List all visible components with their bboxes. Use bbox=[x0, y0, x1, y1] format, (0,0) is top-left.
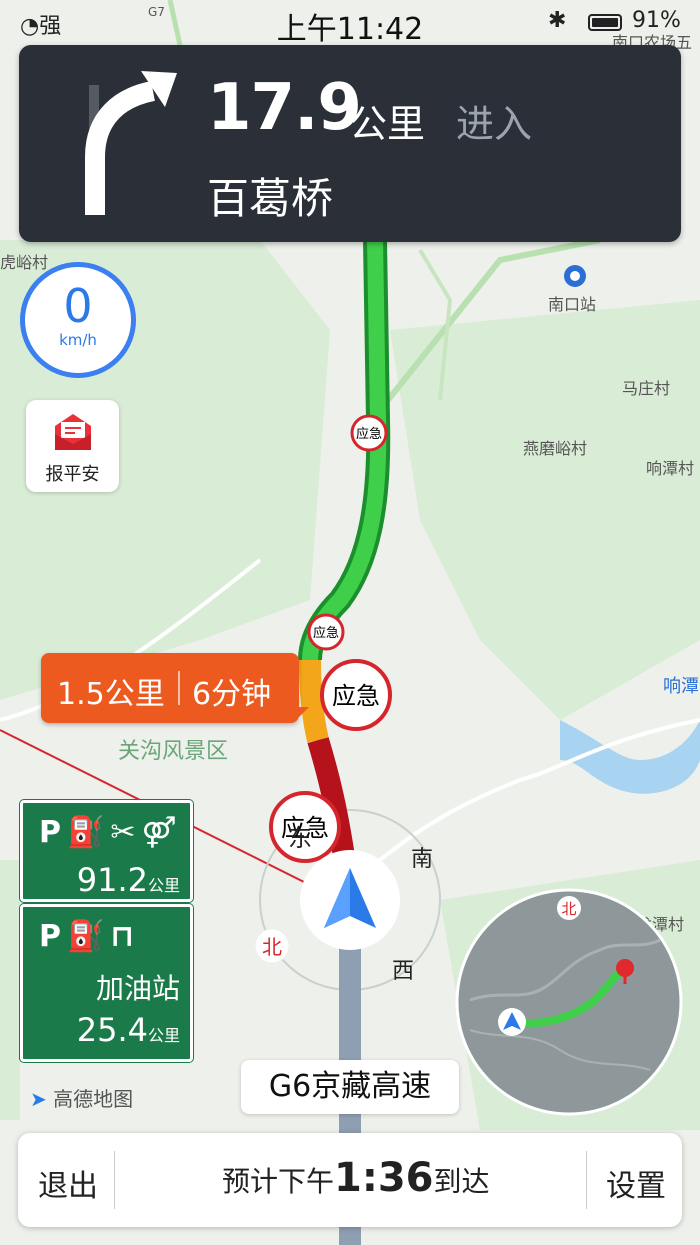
restaurant-icon: ✂ bbox=[110, 815, 142, 850]
emergency-badge-label: 应急 bbox=[332, 682, 380, 710]
shopping-bag-icon: ⊓ bbox=[110, 919, 141, 954]
compass-west: 西 bbox=[392, 959, 414, 984]
turn-right-arrow-icon bbox=[85, 71, 177, 215]
report-safe-button[interactable]: 报平安 bbox=[26, 400, 119, 492]
guidance-action: 进入 bbox=[456, 102, 533, 146]
map-label-xiangtan-cun: 响潭村 bbox=[646, 459, 694, 478]
compass-east: 东 bbox=[288, 824, 312, 852]
service-area-sign[interactable]: P⛽✂⚤ 91.2公里 bbox=[20, 800, 193, 902]
map-label-mazhuang: 马庄村 bbox=[622, 379, 670, 398]
app-logo-text: 高德地图 bbox=[53, 1087, 134, 1111]
emergency-badge-large[interactable]: 应急 bbox=[320, 659, 392, 731]
callout-pointer bbox=[295, 707, 309, 721]
bluetooth-icon: ✱ bbox=[548, 8, 567, 33]
battery-icon bbox=[588, 14, 622, 31]
service-amenity-icons: P⛽✂⚤ bbox=[39, 815, 183, 850]
bottom-bar: 退出 预计下午1:36到达 设置 bbox=[18, 1133, 682, 1227]
map-label-xiangtan: 响潭 bbox=[663, 676, 699, 697]
jam-distance: 1.5公里 bbox=[57, 677, 165, 712]
current-road-label: G6京藏高速 bbox=[241, 1060, 459, 1114]
map-label-guangou: 关沟风景区 bbox=[118, 739, 228, 764]
service-area-distance: 91.2公里 bbox=[77, 861, 180, 899]
fuel-icon: ⛽ bbox=[67, 815, 111, 850]
fuel-icon: ⛽ bbox=[67, 919, 111, 954]
emergency-badge[interactable]: 应急 bbox=[307, 613, 345, 651]
gas-distance-unit: 公里 bbox=[147, 1026, 180, 1045]
settings-button[interactable]: 设置 bbox=[606, 1161, 666, 1205]
eta-display: 预计下午1:36到达 bbox=[222, 1155, 490, 1201]
gas-station-sign[interactable]: P⛽⊓ 加油站 25.4公里 bbox=[20, 904, 193, 1062]
gas-distance-value: 25.4 bbox=[76, 1011, 148, 1049]
parking-icon: P bbox=[39, 815, 67, 850]
gas-amenity-icons: P⛽⊓ bbox=[39, 919, 140, 954]
overview-minimap[interactable]: 北 bbox=[455, 888, 683, 1116]
service-distance-value: 91.2 bbox=[76, 861, 148, 899]
green-area bbox=[0, 860, 20, 1120]
service-distance-unit: 公里 bbox=[147, 876, 180, 895]
map-label-huyu: 虎峪村 bbox=[0, 253, 48, 272]
speed-unit: km/h bbox=[59, 331, 97, 349]
restroom-icon: ⚤ bbox=[141, 815, 183, 850]
report-safe-label: 报平安 bbox=[45, 464, 100, 485]
eta-suffix: 到达 bbox=[433, 1165, 490, 1198]
emergency-badge-label: 应急 bbox=[313, 625, 339, 641]
map-label-nankou-station: 南口站 bbox=[548, 295, 596, 314]
divider bbox=[114, 1151, 115, 1209]
map-label-yanmo: 燕磨峪村 bbox=[523, 439, 587, 458]
divider bbox=[586, 1151, 587, 1209]
gas-station-type: 加油站 bbox=[95, 972, 180, 1005]
callout-divider bbox=[178, 671, 180, 705]
metro-station-icon-inner bbox=[570, 271, 580, 281]
guidance-distance: 17.9 bbox=[207, 71, 362, 145]
emergency-badge-label: 应急 bbox=[356, 426, 382, 442]
parking-icon: P bbox=[39, 919, 67, 954]
battery-percent: 91% bbox=[632, 8, 681, 33]
exit-button[interactable]: 退出 bbox=[38, 1161, 98, 1205]
envelope-icon bbox=[55, 414, 91, 450]
speed-value: 0 bbox=[63, 279, 93, 333]
speedometer: 0 km/h bbox=[20, 262, 136, 378]
traffic-jam-callout[interactable]: 1.5公里 6分钟 bbox=[41, 653, 309, 723]
eta-prefix: 预计下午 bbox=[222, 1165, 335, 1198]
status-bar: ◔强 上午11:42 ✱ 91% bbox=[0, 0, 700, 47]
turn-guidance-panel[interactable]: 17.9 公里 进入 百葛桥 bbox=[19, 45, 681, 242]
guidance-unit: 公里 bbox=[349, 102, 426, 146]
jam-duration: 6分钟 bbox=[192, 677, 272, 712]
emergency-badge[interactable]: 应急 bbox=[350, 414, 388, 452]
app-logo: ➤ 高德地图 bbox=[30, 1083, 133, 1112]
guidance-road-name: 百葛桥 bbox=[207, 174, 334, 223]
gas-station-distance: 25.4公里 bbox=[77, 1011, 180, 1049]
route-slow-segment bbox=[299, 659, 329, 743]
compass-south: 南 bbox=[411, 847, 433, 872]
amap-logo-icon: ➤ bbox=[30, 1087, 47, 1111]
eta-time: 1:36 bbox=[334, 1155, 434, 1201]
minimap-north: 北 bbox=[561, 900, 576, 918]
compass-north: 北 bbox=[262, 935, 282, 959]
